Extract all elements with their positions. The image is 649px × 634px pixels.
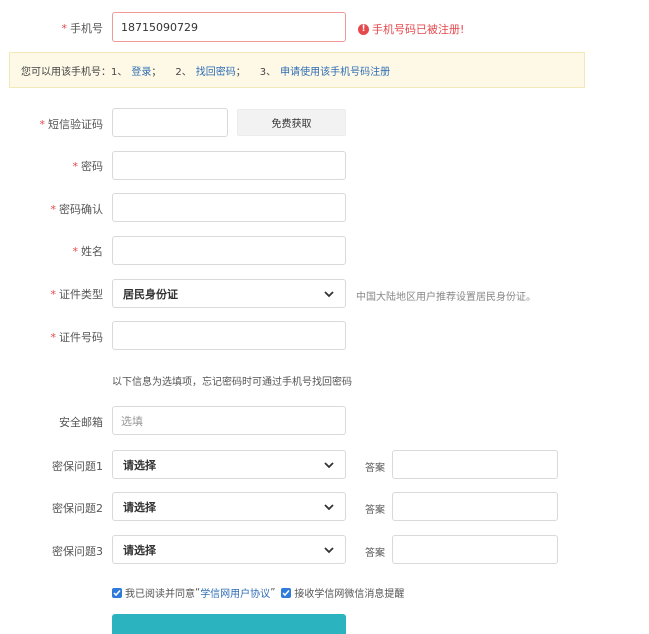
phone-input[interactable]: 18715090729: [112, 12, 346, 42]
question-2-label: 密保问题2: [52, 502, 103, 515]
recover-password-link[interactable]: 找回密码: [196, 63, 236, 78]
question-1-label: 密保问题1: [52, 460, 103, 473]
phone-error: ! 手机号码已被注册!: [358, 21, 464, 37]
phone-notice: 您可以用该手机号： 1、 登录 ； 2、 找回密码 ； 3、 申请使用该手机号码…: [9, 52, 585, 88]
phone-label: * 手机号: [61, 22, 104, 35]
sms-label: * 短信验证码: [39, 118, 104, 131]
email-label: 安全邮箱: [59, 416, 103, 429]
password-label: * 密码: [72, 160, 104, 173]
password-confirm-input[interactable]: [112, 193, 346, 222]
question-1-select[interactable]: 请选择: [112, 450, 346, 479]
wechat-notify-checkbox[interactable]: [281, 587, 292, 598]
id-type-label: * 证件类型: [50, 288, 104, 301]
apply-register-link[interactable]: 申请使用该手机号码注册: [280, 63, 390, 78]
name-label: * 姓名: [72, 245, 104, 258]
answer-2-label: 答案: [365, 505, 385, 516]
id-number-label: * 证件号码: [50, 331, 104, 344]
agree-terms-checkbox[interactable]: [112, 587, 122, 598]
agreement-row: 我已阅读并同意 “ 学信网用户协议 ” 接收学信网微信消息提醒: [112, 585, 404, 600]
check-icon: [282, 589, 290, 596]
chevron-down-icon: [324, 461, 334, 468]
error-icon: !: [358, 23, 369, 35]
get-sms-code-button[interactable]: 免费获取: [237, 109, 346, 136]
answer-3-label: 答案: [365, 548, 385, 559]
user-agreement-link[interactable]: 学信网用户协议: [200, 585, 270, 600]
question-3-label: 密保问题3: [52, 545, 103, 558]
optional-note: 以下信息为选填项，忘记密码时可通过手机号找回密码: [112, 377, 352, 388]
login-link[interactable]: 登录: [131, 63, 151, 78]
name-input[interactable]: [112, 236, 346, 265]
password-confirm-label: * 密码确认: [50, 203, 104, 216]
id-number-input[interactable]: [112, 321, 346, 350]
email-input[interactable]: 选填: [112, 406, 346, 435]
password-input[interactable]: [112, 151, 346, 180]
id-type-hint: 中国大陆地区用户推荐设置居民身份证。: [356, 292, 536, 303]
answer-3-input[interactable]: [392, 535, 558, 564]
question-2-select[interactable]: 请选择: [112, 492, 346, 521]
question-3-select[interactable]: 请选择: [112, 535, 346, 564]
chevron-down-icon: [324, 503, 334, 510]
id-type-select[interactable]: 居民身份证: [112, 279, 346, 308]
answer-1-label: 答案: [365, 463, 385, 474]
submit-button[interactable]: [112, 614, 346, 634]
check-icon: [113, 589, 121, 596]
answer-2-input[interactable]: [392, 492, 558, 521]
sms-code-input[interactable]: [112, 108, 228, 137]
chevron-down-icon: [324, 546, 334, 553]
answer-1-input[interactable]: [392, 450, 558, 479]
chevron-down-icon: [324, 290, 334, 297]
